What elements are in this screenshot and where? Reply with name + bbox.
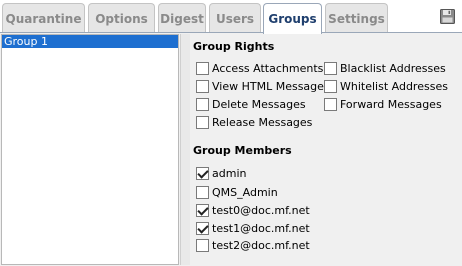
tab-label: Groups: [268, 12, 317, 26]
delete-messages-checkbox[interactable]: Delete Messages: [196, 98, 306, 111]
checkbox-label: Delete Messages: [212, 98, 306, 111]
checkbox-box[interactable]: [196, 204, 209, 217]
forward-messages-checkbox[interactable]: Forward Messages: [324, 98, 442, 111]
checkbox-box[interactable]: [196, 186, 209, 199]
checkbox-box[interactable]: [324, 62, 337, 75]
tab-label: Users: [215, 11, 255, 26]
checkbox-label: Forward Messages: [340, 98, 442, 111]
tab-quarantine[interactable]: Quarantine: [2, 3, 85, 33]
checkbox-label: admin: [212, 167, 247, 180]
group-members-heading: Group Members: [193, 144, 292, 157]
whitelist-addresses-checkbox[interactable]: Whitelist Addresses: [324, 80, 448, 93]
checkbox-box[interactable]: [196, 116, 209, 129]
checkbox-box[interactable]: [324, 80, 337, 93]
checkbox-label: Blacklist Addresses: [340, 62, 446, 75]
member-admin-checkbox[interactable]: admin: [196, 167, 246, 180]
tab-label: Quarantine: [5, 11, 82, 26]
view-html-messages-checkbox[interactable]: View HTML Messages: [196, 80, 330, 93]
tab-users[interactable]: Users: [209, 3, 261, 33]
checkbox-label: test2@doc.mf.net: [212, 239, 310, 252]
checkbox-label: test0@doc.mf.net: [212, 204, 310, 217]
tab-groups[interactable]: Groups: [263, 3, 322, 34]
tab-options[interactable]: Options: [88, 3, 155, 33]
checkbox-label: test1@doc.mf.net: [212, 222, 310, 235]
member-test0-checkbox[interactable]: test0@doc.mf.net: [196, 204, 310, 217]
tab-digest[interactable]: Digest: [158, 3, 206, 33]
group-list: Group 1: [1, 34, 179, 265]
member-test2-checkbox[interactable]: test2@doc.mf.net: [196, 239, 310, 252]
checkbox-box[interactable]: [324, 98, 337, 111]
tab-settings[interactable]: Settings: [325, 3, 388, 33]
save-disk-icon[interactable]: [440, 9, 455, 24]
checkbox-label: Release Messages: [212, 116, 313, 129]
checkbox-label: View HTML Messages: [212, 80, 330, 93]
release-messages-checkbox[interactable]: Release Messages: [196, 116, 312, 129]
groups-content: Group 1 Group Rights Access Attachments …: [0, 33, 462, 266]
group-rights-heading: Group Rights: [193, 40, 275, 53]
checkbox-label: QMS_Admin: [212, 186, 278, 199]
group-details-panel: Group Rights Access Attachments View HTM…: [190, 33, 462, 266]
checkbox-box[interactable]: [196, 80, 209, 93]
member-qms-admin-checkbox[interactable]: QMS_Admin: [196, 186, 278, 199]
blacklist-addresses-checkbox[interactable]: Blacklist Addresses: [324, 62, 446, 75]
checkbox-box[interactable]: [196, 62, 209, 75]
tab-label: Settings: [328, 11, 385, 26]
vertical-scrollbar[interactable]: [180, 34, 190, 265]
checkbox-box[interactable]: [196, 167, 209, 180]
checkbox-box[interactable]: [196, 222, 209, 235]
member-test1-checkbox[interactable]: test1@doc.mf.net: [196, 222, 310, 235]
tab-bar: Quarantine Options Digest Users Groups S…: [0, 0, 462, 34]
checkbox-label: Whitelist Addresses: [340, 80, 448, 93]
list-item[interactable]: Group 1: [2, 35, 178, 48]
tab-label: Digest: [160, 11, 204, 26]
checkbox-label: Access Attachments: [212, 62, 324, 75]
tab-label: Options: [95, 11, 148, 26]
access-attachments-checkbox[interactable]: Access Attachments: [196, 62, 323, 75]
checkbox-box[interactable]: [196, 239, 209, 252]
checkbox-box[interactable]: [196, 98, 209, 111]
